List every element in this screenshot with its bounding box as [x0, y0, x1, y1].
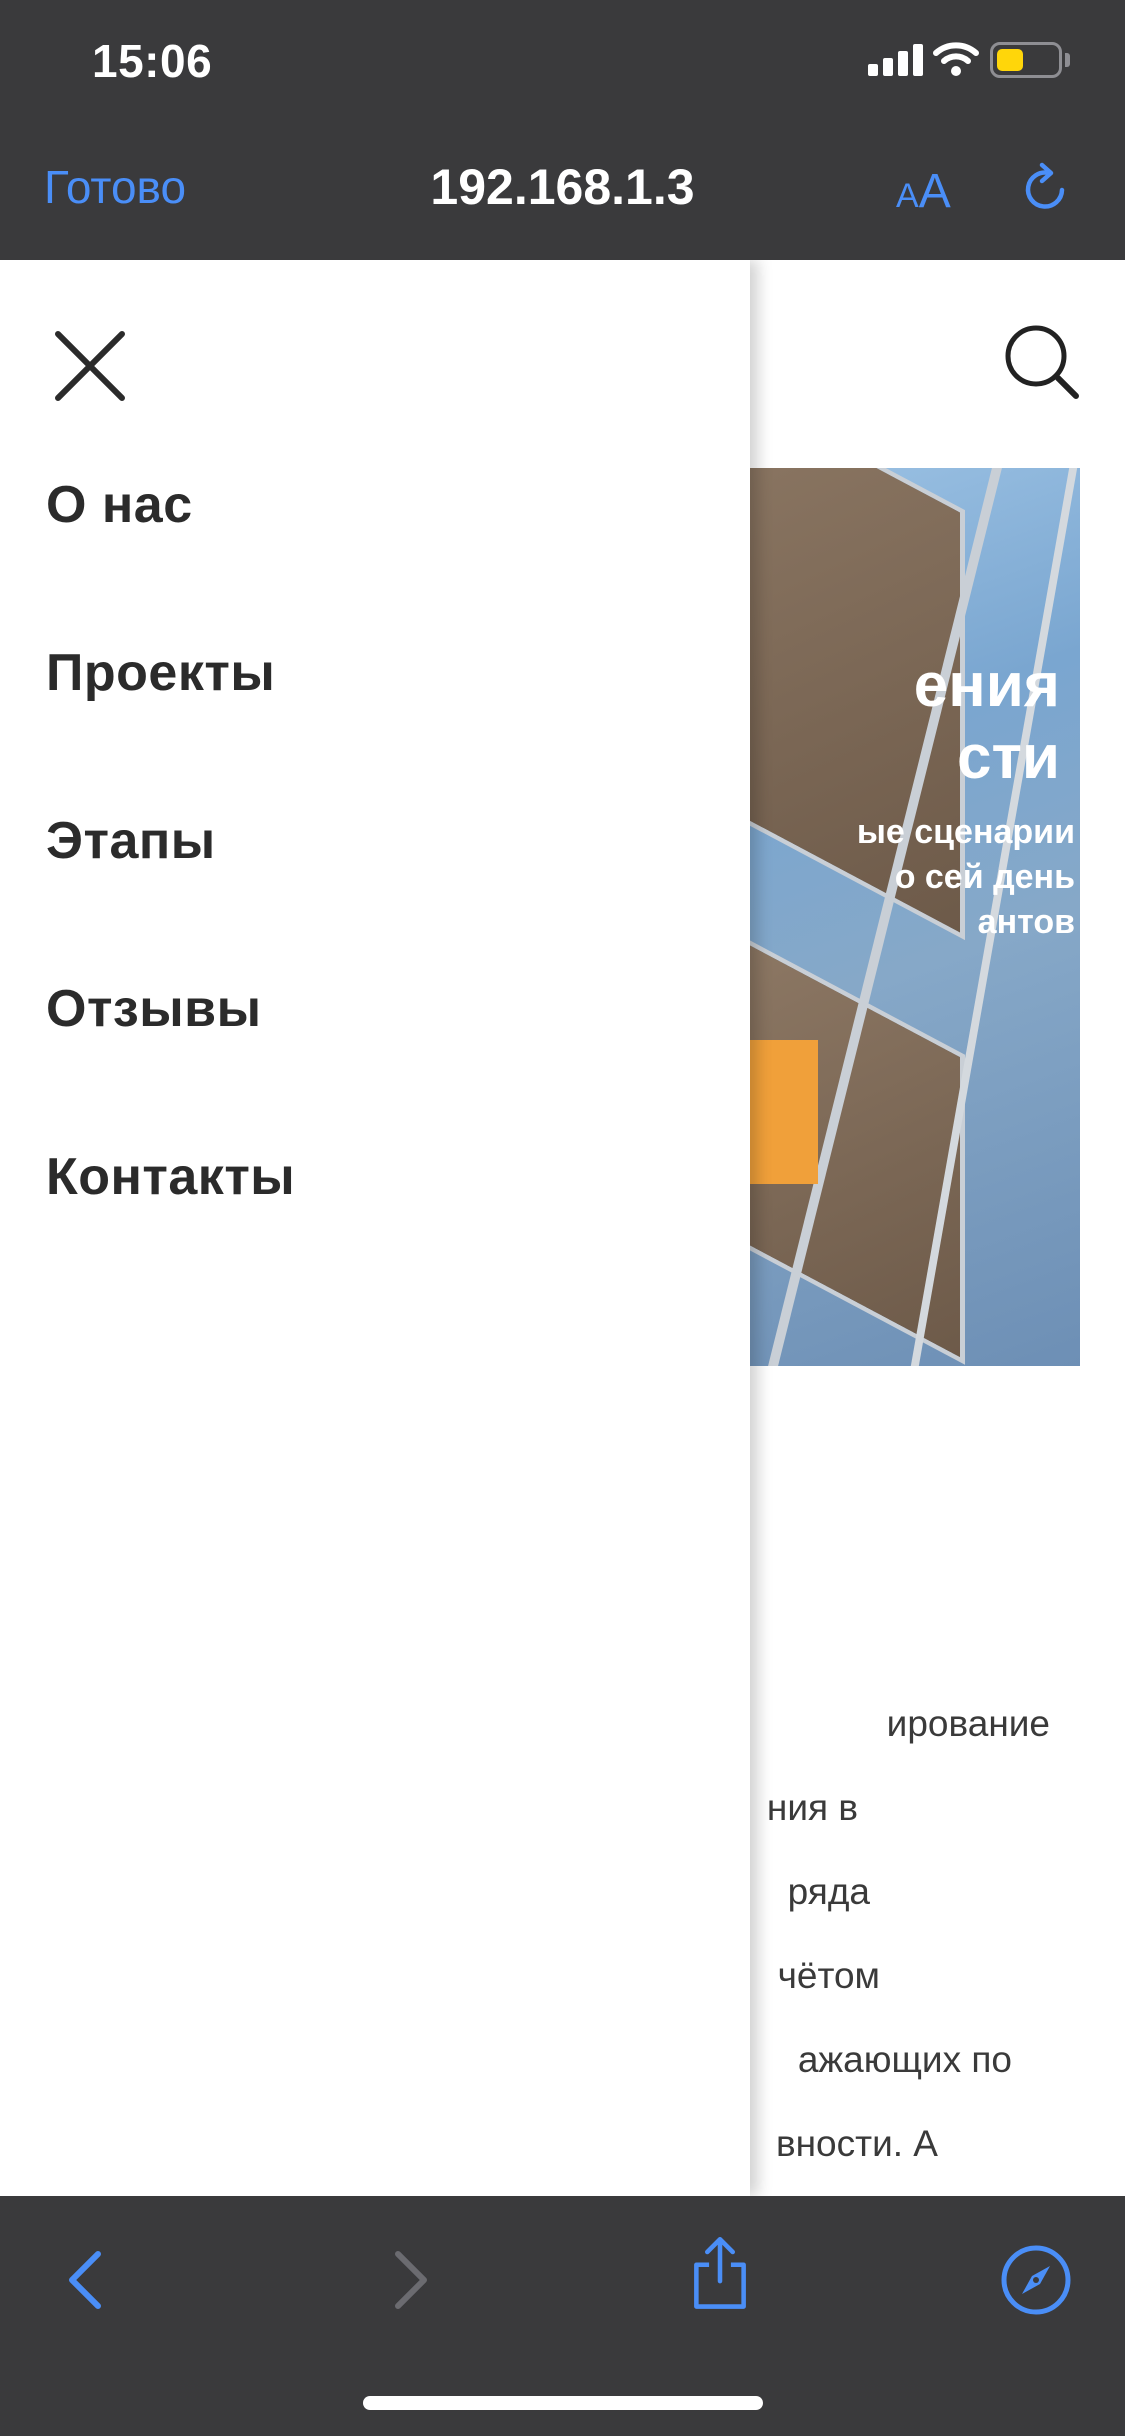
cellular-signal-icon [868, 44, 924, 76]
hero-title: ения сти [740, 650, 1060, 794]
compass-icon[interactable] [996, 2240, 1076, 2320]
home-indicator[interactable] [363, 2396, 763, 2410]
battery-level [997, 49, 1023, 71]
hero-title-line: сти [957, 723, 1060, 792]
text-size-big-glyph: A [918, 165, 951, 218]
browser-top-bar: Готово 192.168.1.3 AA [0, 130, 1125, 260]
status-time: 15:06 [92, 35, 213, 87]
text-size-button[interactable]: AA [896, 164, 951, 219]
hero-banner: ения сти ые сценарии о сей день антов [740, 468, 1080, 1366]
wifi-icon [933, 42, 979, 76]
menu-item-projects[interactable]: Проекты [46, 643, 295, 811]
back-icon[interactable] [48, 2240, 128, 2320]
url-field[interactable]: 192.168.1.3 [0, 158, 1125, 216]
forward-icon[interactable] [368, 2240, 448, 2320]
battery-icon [990, 42, 1062, 78]
search-icon[interactable] [1000, 320, 1084, 404]
close-icon[interactable] [52, 328, 128, 404]
browser-toolbar [0, 2196, 1125, 2436]
status-bar: 15:06 [0, 0, 1125, 130]
drawer-menu: О нас Проекты Этапы Отзывы Контакты [46, 475, 295, 1315]
menu-item-reviews[interactable]: Отзывы [46, 979, 295, 1147]
hero-subtitle-line: ые сценарии [856, 813, 1075, 851]
hero-title-line: ения [913, 651, 1060, 720]
hero-subtitle: ые сценарии о сей день антов [740, 810, 1075, 945]
navigation-drawer: О нас Проекты Этапы Отзывы Контакты [0, 260, 750, 2196]
web-page: ения сти ые сценарии о сей день антов ир… [0, 260, 1125, 2196]
menu-item-contacts[interactable]: Контакты [46, 1147, 295, 1315]
menu-item-about[interactable]: О нас [46, 475, 295, 643]
hero-cta-button[interactable] [740, 1040, 818, 1184]
share-icon[interactable] [680, 2232, 760, 2312]
battery-cap [1065, 53, 1070, 67]
menu-item-stages[interactable]: Этапы [46, 811, 295, 979]
hero-subtitle-line: антов [977, 903, 1075, 941]
reload-icon[interactable] [1016, 160, 1074, 218]
hero-subtitle-line: о сей день [894, 858, 1075, 896]
text-size-small-glyph: A [896, 177, 919, 215]
